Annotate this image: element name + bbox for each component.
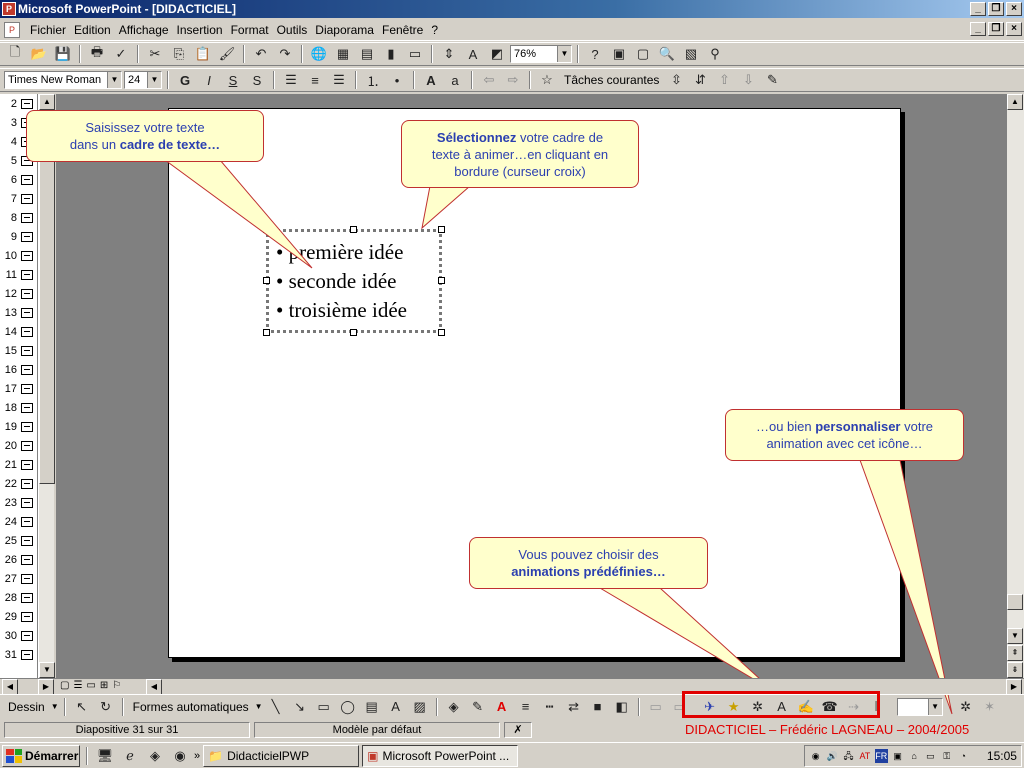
callout-customize: …ou bien personnaliser votre animation a…: [725, 409, 964, 461]
textbox-icon[interactable]: ▤: [361, 697, 383, 717]
explorer-icon[interactable]: ◉: [169, 746, 191, 766]
rotate-icon[interactable]: ↻: [95, 697, 117, 717]
autoshapes-menu[interactable]: Formes automatiques: [129, 700, 253, 714]
taskbar: Démarrer 🖥 ℯ ◈ ◉ » 📁 DidacticielPWP ▣ Micr…: [0, 742, 1024, 768]
dash-style-icon[interactable]: ┅: [539, 697, 561, 717]
tray-icon-4[interactable]: ▭: [924, 749, 937, 763]
footer-credit: DIDACTICIEL – Frédéric LAGNEAU – 2004/20…: [685, 722, 970, 737]
view-buttons[interactable]: ▢☰▭⊞⚐: [60, 680, 125, 691]
task-powerpoint[interactable]: ▣ Microsoft PowerPoint ...: [362, 744, 519, 767]
ellipse-icon[interactable]: ◯: [337, 697, 359, 717]
slide-scrollbar[interactable]: ▲ ▼ ⇞ ⇟: [1007, 94, 1024, 678]
volume-icon[interactable]: 🔊: [825, 749, 838, 763]
custom-animation-icon[interactable]: ✲: [955, 697, 977, 717]
system-tray: ◉ 🔊 🖧 AT FR ▣ ⌂ ▭ ⚿ ◔ 15:05: [804, 745, 1022, 767]
callout-predefined: Vous pouvez choisir des animations prédé…: [469, 537, 708, 589]
template-name: Modèle par défaut: [254, 722, 500, 738]
toolbar-gray-a-icon[interactable]: ▭: [645, 697, 667, 717]
wordart-icon[interactable]: A: [385, 697, 407, 717]
rectangle-icon[interactable]: ▭: [313, 697, 335, 717]
arrow-icon[interactable]: ↘: [289, 697, 311, 717]
spellcheck-status-icon: ✗: [504, 722, 532, 738]
tray-icon-6[interactable]: ◔: [957, 749, 970, 763]
3d-icon[interactable]: ◧: [611, 697, 633, 717]
line-style-icon[interactable]: ≡: [515, 697, 537, 717]
line-color-icon[interactable]: ✎: [467, 697, 489, 717]
clock: 15:05: [986, 749, 1017, 763]
network-icon[interactable]: 🖧: [842, 749, 855, 763]
tray-icon-5[interactable]: ⚿: [940, 749, 953, 763]
font-color-icon[interactable]: A: [491, 697, 513, 717]
tray-icon-2[interactable]: ▣: [891, 749, 904, 763]
select-arrow-icon[interactable]: ↖: [71, 697, 93, 717]
start-button[interactable]: Démarrer: [2, 744, 80, 767]
powerpoint-task-icon: ▣: [367, 748, 379, 763]
clipart-icon[interactable]: ▨: [409, 697, 431, 717]
desktop-icon[interactable]: 🖥: [94, 746, 116, 766]
ie-icon[interactable]: ℯ: [119, 746, 141, 766]
language-indicator[interactable]: FR: [874, 749, 888, 763]
animation-preview-icon[interactable]: ✶: [979, 697, 1001, 717]
predefined-animations-highlight: [682, 691, 880, 718]
fill-color-icon[interactable]: ◈: [443, 697, 465, 717]
tray-icon-3[interactable]: ⌂: [907, 749, 920, 763]
callout-select-frame: Sélectionnez votre cadre de texte à anim…: [401, 120, 639, 188]
folder-icon: 📁: [208, 748, 224, 763]
callout-text-box: Saisissez votre texte dans un cadre de t…: [26, 110, 264, 162]
draw-menu[interactable]: Dessin: [4, 700, 49, 714]
line-icon[interactable]: ╲: [265, 697, 287, 717]
quicklaunch-icon[interactable]: ◈: [144, 746, 166, 766]
antivirus-icon[interactable]: AT: [858, 749, 871, 763]
windows-logo-icon: [6, 748, 22, 763]
task-didacticiel-folder[interactable]: 📁 DidacticielPWP: [203, 744, 360, 767]
slide-counter: Diapositive 31 sur 31: [4, 722, 250, 738]
arrow-style-icon[interactable]: ⇄: [563, 697, 585, 717]
tray-icon-1[interactable]: ◉: [809, 749, 822, 763]
animation-order-select[interactable]: ▼: [896, 697, 943, 716]
shadow-icon[interactable]: ■: [587, 697, 609, 717]
